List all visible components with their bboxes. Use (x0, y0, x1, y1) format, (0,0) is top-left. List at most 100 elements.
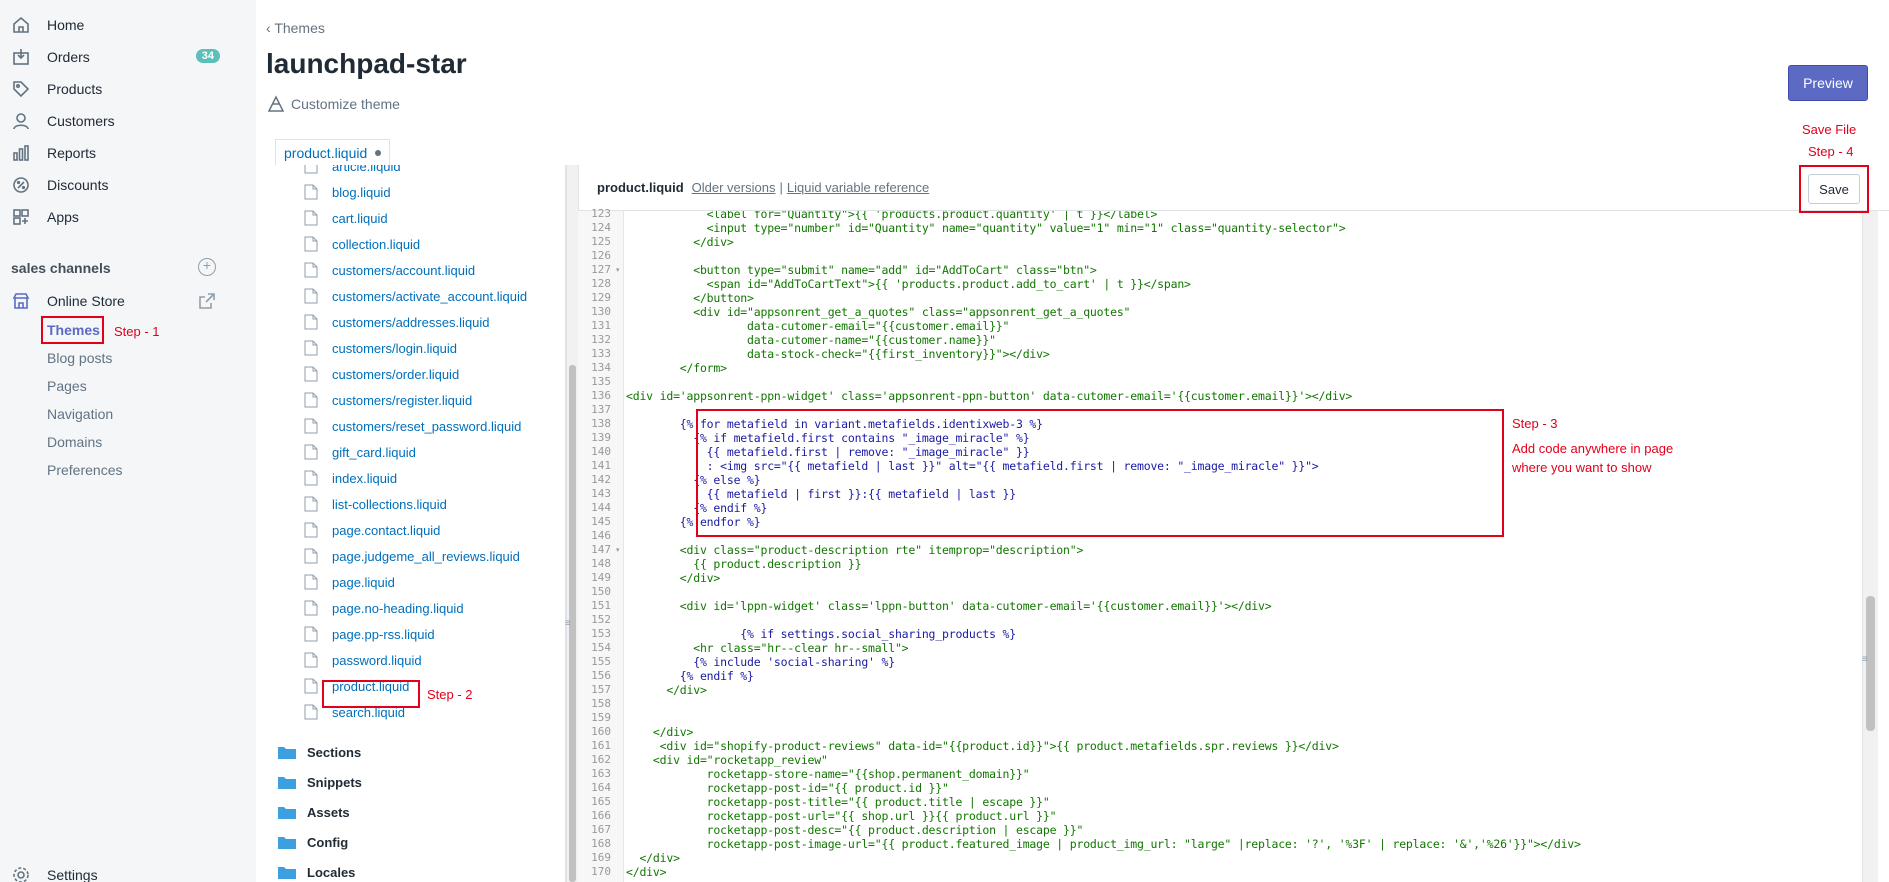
file-item[interactable]: index.liquid (304, 468, 397, 488)
file-item[interactable]: cart.liquid (304, 208, 388, 228)
customize-theme-link[interactable]: Customize theme (266, 94, 400, 114)
tab-label: product.liquid (284, 144, 368, 161)
line-number: 163 (591, 767, 611, 780)
folder-item[interactable]: Locales (278, 862, 355, 882)
file-item[interactable]: collection.liquid (304, 234, 420, 254)
code-scrollbar[interactable] (1862, 211, 1878, 882)
line-number: 148 (591, 557, 611, 570)
nav-online-store[interactable]: Online Store (10, 286, 220, 316)
folder-item[interactable]: Snippets (278, 772, 362, 792)
code-line: <button type="submit" name="add" id="Add… (626, 263, 1097, 277)
preview-button[interactable]: Preview (1788, 65, 1868, 101)
editor-grip-icon[interactable]: ≡ (1862, 654, 1868, 665)
code-line: </div> (626, 683, 707, 697)
code-line: {% endif %} (626, 669, 754, 683)
code-line: <hr class="hr--clear hr--small"> (626, 641, 909, 655)
file-item[interactable]: blog.liquid (304, 182, 391, 202)
folder-item-label: Config (307, 834, 349, 850)
nav-apps[interactable]: Apps (10, 202, 220, 232)
folder-item[interactable]: Sections (278, 742, 361, 762)
file-item[interactable]: customers/activate_account.liquid (304, 286, 527, 306)
file-item[interactable]: customers/order.liquid (304, 364, 459, 384)
file-icon (304, 496, 318, 512)
nav-settings-label: Settings (47, 867, 98, 882)
nav-discounts[interactable]: Discounts (10, 170, 220, 200)
code-area[interactable]: <label for="Quantity">{{ 'products.produ… (626, 211, 1862, 882)
file-item[interactable]: list-collections.liquid (304, 494, 447, 514)
line-number: 135 (591, 375, 611, 388)
fold-arrow-icon[interactable]: ▾ (616, 266, 620, 274)
file-item[interactable]: customers/addresses.liquid (304, 312, 490, 332)
line-number: 127 (591, 263, 611, 276)
fold-arrow-icon[interactable]: ▾ (616, 546, 620, 554)
file-item[interactable]: page.no-heading.liquid (304, 598, 464, 618)
editor-header: product.liquid Older versions | Liquid v… (579, 165, 1889, 211)
code-line: {% if settings.social_sharing_products %… (626, 627, 1016, 641)
sub-item-navigation[interactable]: Navigation (47, 406, 113, 422)
file-item-label: page.no-heading.liquid (332, 600, 464, 616)
sub-item-blog-posts[interactable]: Blog posts (47, 350, 112, 366)
folder-item[interactable]: Config (278, 832, 348, 852)
nav-customers[interactable]: Customers (10, 106, 220, 136)
nav-products[interactable]: Products (10, 74, 220, 104)
file-item[interactable]: page.judgeme_all_reviews.liquid (304, 546, 520, 566)
breadcrumb-back-link[interactable]: ‹ Themes (266, 20, 325, 36)
resize-grip-icon[interactable]: ≡ (565, 618, 571, 629)
line-number: 152 (591, 613, 611, 626)
unsaved-dot-icon (375, 149, 382, 156)
line-number: 142 (591, 473, 611, 486)
line-number: 137 (591, 403, 611, 416)
line-number: 141 (591, 459, 611, 472)
line-number: 168 (591, 837, 611, 850)
file-icon (304, 444, 318, 460)
folder-item[interactable]: Assets (278, 802, 350, 822)
file-item[interactable]: password.liquid (304, 650, 422, 670)
file-item-label: page.contact.liquid (332, 522, 441, 538)
file-item[interactable]: page.liquid (304, 572, 395, 592)
nav-home-label: Home (47, 17, 85, 33)
sub-item-preferences[interactable]: Preferences (47, 462, 122, 478)
file-item[interactable]: customers/login.liquid (304, 338, 457, 358)
file-item[interactable]: customers/register.liquid (304, 390, 472, 410)
external-link-icon[interactable] (197, 291, 217, 311)
customers-icon (10, 110, 32, 132)
code-line: rocketapp-post-title="{{ product.title |… (626, 795, 1050, 809)
file-item[interactable]: page.contact.liquid (304, 520, 440, 540)
sub-item-domains[interactable]: Domains (47, 434, 102, 450)
nav-orders[interactable]: Orders 34 (10, 42, 220, 72)
file-item[interactable]: page.pp-rss.liquid (304, 624, 435, 644)
chevron-left-icon: ‹ (266, 20, 271, 36)
file-item[interactable]: customers/reset_password.liquid (304, 416, 521, 436)
code-line: </div> (626, 851, 680, 865)
nav-settings[interactable]: Settings (10, 860, 220, 882)
store-icon (10, 290, 32, 312)
code-line: <label for="Quantity">{{ 'products.produ… (626, 211, 1158, 221)
nav-reports[interactable]: Reports (10, 138, 220, 168)
line-number: 169 (591, 851, 611, 864)
line-number: 144 (591, 501, 611, 514)
file-item[interactable]: article.liquid (304, 165, 401, 176)
line-number: 159 (591, 711, 611, 724)
file-item[interactable]: customers/account.liquid (304, 260, 475, 280)
breadcrumb-label: Themes (274, 20, 325, 36)
file-item[interactable]: gift_card.liquid (304, 442, 416, 462)
file-item-label: page.judgeme_all_reviews.liquid (332, 548, 520, 564)
code-line: <div class="product-description rte" ite… (626, 543, 1084, 557)
add-sales-channel-icon[interactable]: + (198, 258, 216, 276)
line-number: 162 (591, 753, 611, 766)
code-line: <span id="AddToCartText">{{ 'products.pr… (626, 277, 1191, 291)
nav-home[interactable]: Home (10, 10, 220, 40)
code-line: rocketapp-post-id="{{ product.id }}" (626, 781, 949, 795)
older-versions-link[interactable]: Older versions (692, 180, 776, 195)
line-number: 128 (591, 277, 611, 290)
liquid-variable-reference-link[interactable]: Liquid variable reference (787, 180, 929, 195)
file-tree-scrollbar[interactable] (566, 165, 578, 882)
sub-item-pages[interactable]: Pages (47, 378, 87, 394)
file-item-label: article.liquid (332, 165, 401, 174)
line-number: 170 (591, 865, 611, 878)
file-item-label: cart.liquid (332, 210, 388, 226)
step1-highlight-box (41, 316, 104, 344)
tab-product-liquid[interactable]: product.liquid (275, 139, 391, 165)
step2-label: Step - 2 (427, 687, 473, 702)
nav-reports-label: Reports (47, 145, 97, 161)
